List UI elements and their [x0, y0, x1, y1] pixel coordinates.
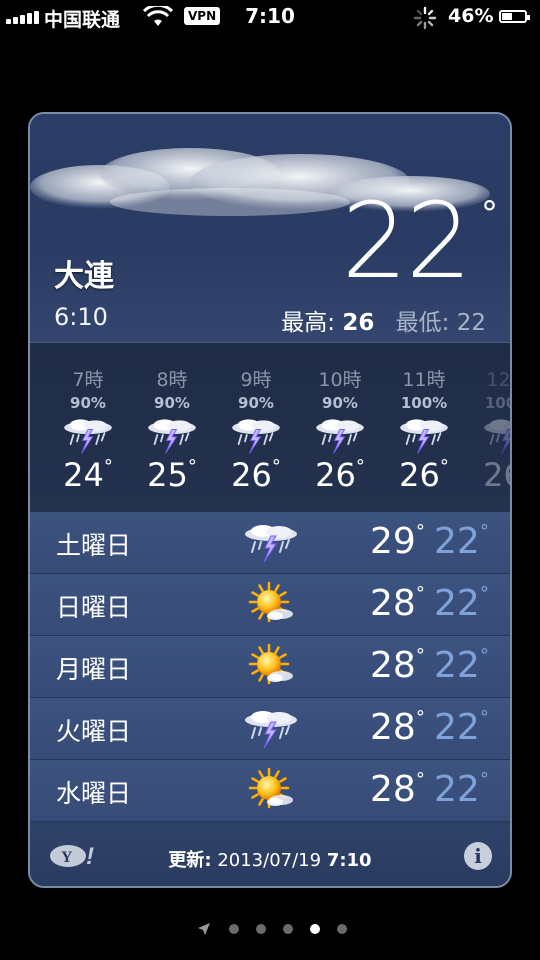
thunderstorm-icon	[243, 704, 299, 752]
thunderstorm-icon	[230, 413, 282, 457]
day-name: 日曜日	[56, 593, 132, 622]
hour-temperature: 26°	[399, 456, 449, 494]
local-time: 6:10	[54, 303, 108, 331]
sun-cloud-icon	[243, 580, 299, 628]
thunderstorm-icon	[398, 413, 450, 457]
hour-time: 10時	[318, 369, 362, 391]
daily-row: 火曜日 28° 22°	[30, 698, 510, 760]
sun-cloud-icon	[243, 642, 299, 690]
day-high: 28°	[370, 645, 425, 686]
current-conditions: 大連 6:10 22 ° 最高: 26 最低: 22	[30, 114, 510, 342]
hourly-item: 8時 90% 25°	[130, 343, 214, 513]
hourly-item: 9時 90% 26°	[214, 343, 298, 513]
thunderstorm-icon	[243, 518, 299, 566]
high-value: 26	[342, 310, 375, 336]
battery-percent: 46%	[448, 5, 494, 27]
thunderstorm-icon	[146, 413, 198, 457]
hour-temperature: 26°	[483, 456, 510, 494]
current-temperature: 22	[341, 180, 472, 302]
thunderstorm-icon	[62, 413, 114, 457]
precipitation-chance: 90%	[322, 394, 358, 412]
page-indicator[interactable]	[0, 920, 540, 940]
updated-time: 7:10	[326, 850, 372, 871]
day-name: 土曜日	[56, 531, 132, 560]
hour-temperature: 24°	[63, 456, 113, 494]
day-low: 22°	[434, 645, 489, 686]
high-label: 最高:	[281, 310, 336, 336]
low-value: 22	[456, 310, 486, 336]
hourly-forecast[interactable]: 7時 90% 24° 8時 90% 25° 9時 90% 26° 10時 90% 26° 11時 100%…	[30, 342, 510, 514]
daily-forecast: 土曜日 29° 22° 日曜日 28° 22° 月曜日 28° 22° 火曜日 28° 22° 水曜日 2…	[30, 512, 510, 824]
hour-temperature: 26°	[231, 456, 281, 494]
day-low: 22°	[434, 769, 489, 810]
daily-row: 日曜日 28° 22°	[30, 574, 510, 636]
day-name: 水曜日	[56, 779, 132, 808]
daily-row: 月曜日 28° 22°	[30, 636, 510, 698]
day-low: 22°	[434, 707, 489, 748]
page-dot[interactable]	[256, 924, 266, 934]
precipitation-chance: 90%	[70, 394, 106, 412]
updated-label: 更新:	[168, 850, 212, 871]
precipitation-chance: 100%	[400, 394, 448, 412]
updated-date: 2013/07/19	[217, 850, 322, 871]
info-button[interactable]: i	[464, 842, 492, 870]
thunderstorm-icon	[314, 413, 366, 457]
thunderstorm-icon	[482, 413, 510, 457]
last-updated: 更新: 2013/07/19 7:10	[30, 846, 510, 872]
degree-symbol: °	[481, 194, 498, 234]
hourly-item: 10時 90% 26°	[298, 343, 382, 513]
city-name: 大連	[54, 259, 114, 294]
day-high: 28°	[370, 707, 425, 748]
hour-time: 12時	[486, 369, 510, 391]
day-name: 月曜日	[56, 655, 132, 684]
sun-cloud-icon	[243, 766, 299, 814]
low-label: 最低:	[395, 310, 450, 336]
daily-row: 土曜日 29° 22°	[30, 512, 510, 574]
hour-time: 11時	[402, 369, 446, 391]
day-high: 28°	[370, 583, 425, 624]
battery-icon	[499, 10, 530, 23]
hourly-item: 7時 90% 24°	[46, 343, 130, 513]
high-low: 最高: 26 最低: 22	[281, 303, 486, 337]
page-dot[interactable]	[229, 924, 239, 934]
precipitation-chance: 90%	[154, 394, 190, 412]
activity-spinner-icon	[413, 6, 437, 30]
page-dot[interactable]	[310, 924, 320, 934]
day-low: 22°	[434, 583, 489, 624]
page-dot[interactable]	[337, 924, 347, 934]
status-bar: 中国联通 VPN 7:10 46%	[0, 0, 540, 34]
daily-row: 水曜日 28° 22°	[30, 760, 510, 822]
day-high: 28°	[370, 769, 425, 810]
hour-time: 7時	[72, 369, 104, 391]
day-high: 29°	[370, 521, 425, 562]
precipitation-chance: 100%	[484, 394, 510, 412]
hourly-item: 11時 100% 26°	[382, 343, 466, 513]
hour-temperature: 25°	[147, 456, 197, 494]
hour-temperature: 26°	[315, 456, 365, 494]
page-dot[interactable]	[283, 924, 293, 934]
precipitation-chance: 90%	[238, 394, 274, 412]
hour-time: 8時	[156, 369, 188, 391]
hourly-item: 12時 100% 26°	[466, 343, 510, 513]
location-arrow-icon[interactable]	[197, 922, 211, 936]
card-footer: Y ! 更新: 2013/07/19 7:10 i	[30, 824, 510, 886]
hour-time: 9時	[240, 369, 272, 391]
day-low: 22°	[434, 521, 489, 562]
weather-card[interactable]: 大連 6:10 22 ° 最高: 26 最低: 22 7時 90% 24° 8時 90%…	[28, 112, 512, 888]
day-name: 火曜日	[56, 717, 132, 746]
